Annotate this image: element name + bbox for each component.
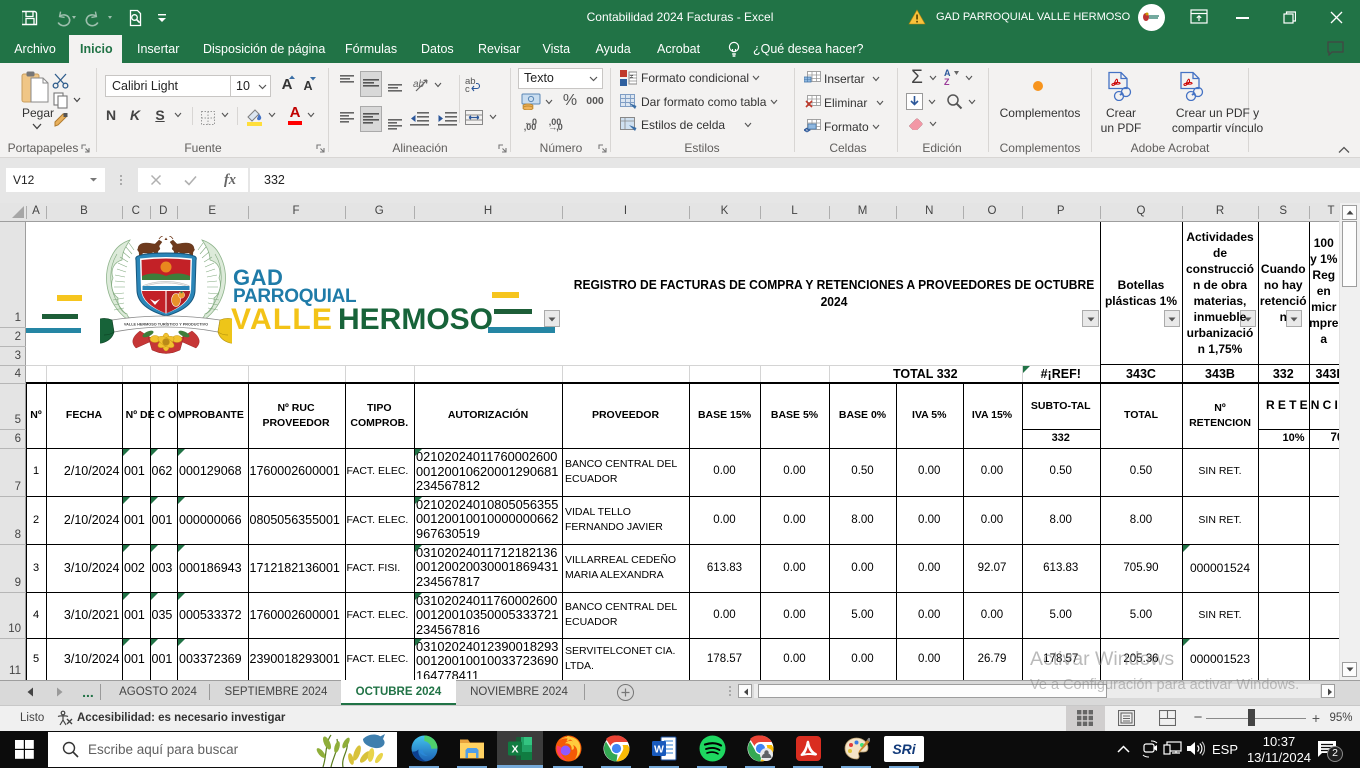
svg-text:VALLE HERMOSO TURÍSTICO Y PROD: VALLE HERMOSO TURÍSTICO Y PRODUCTIVO <box>124 322 208 327</box>
svg-text:X: X <box>511 744 518 756</box>
svg-text:W: W <box>654 744 664 756</box>
